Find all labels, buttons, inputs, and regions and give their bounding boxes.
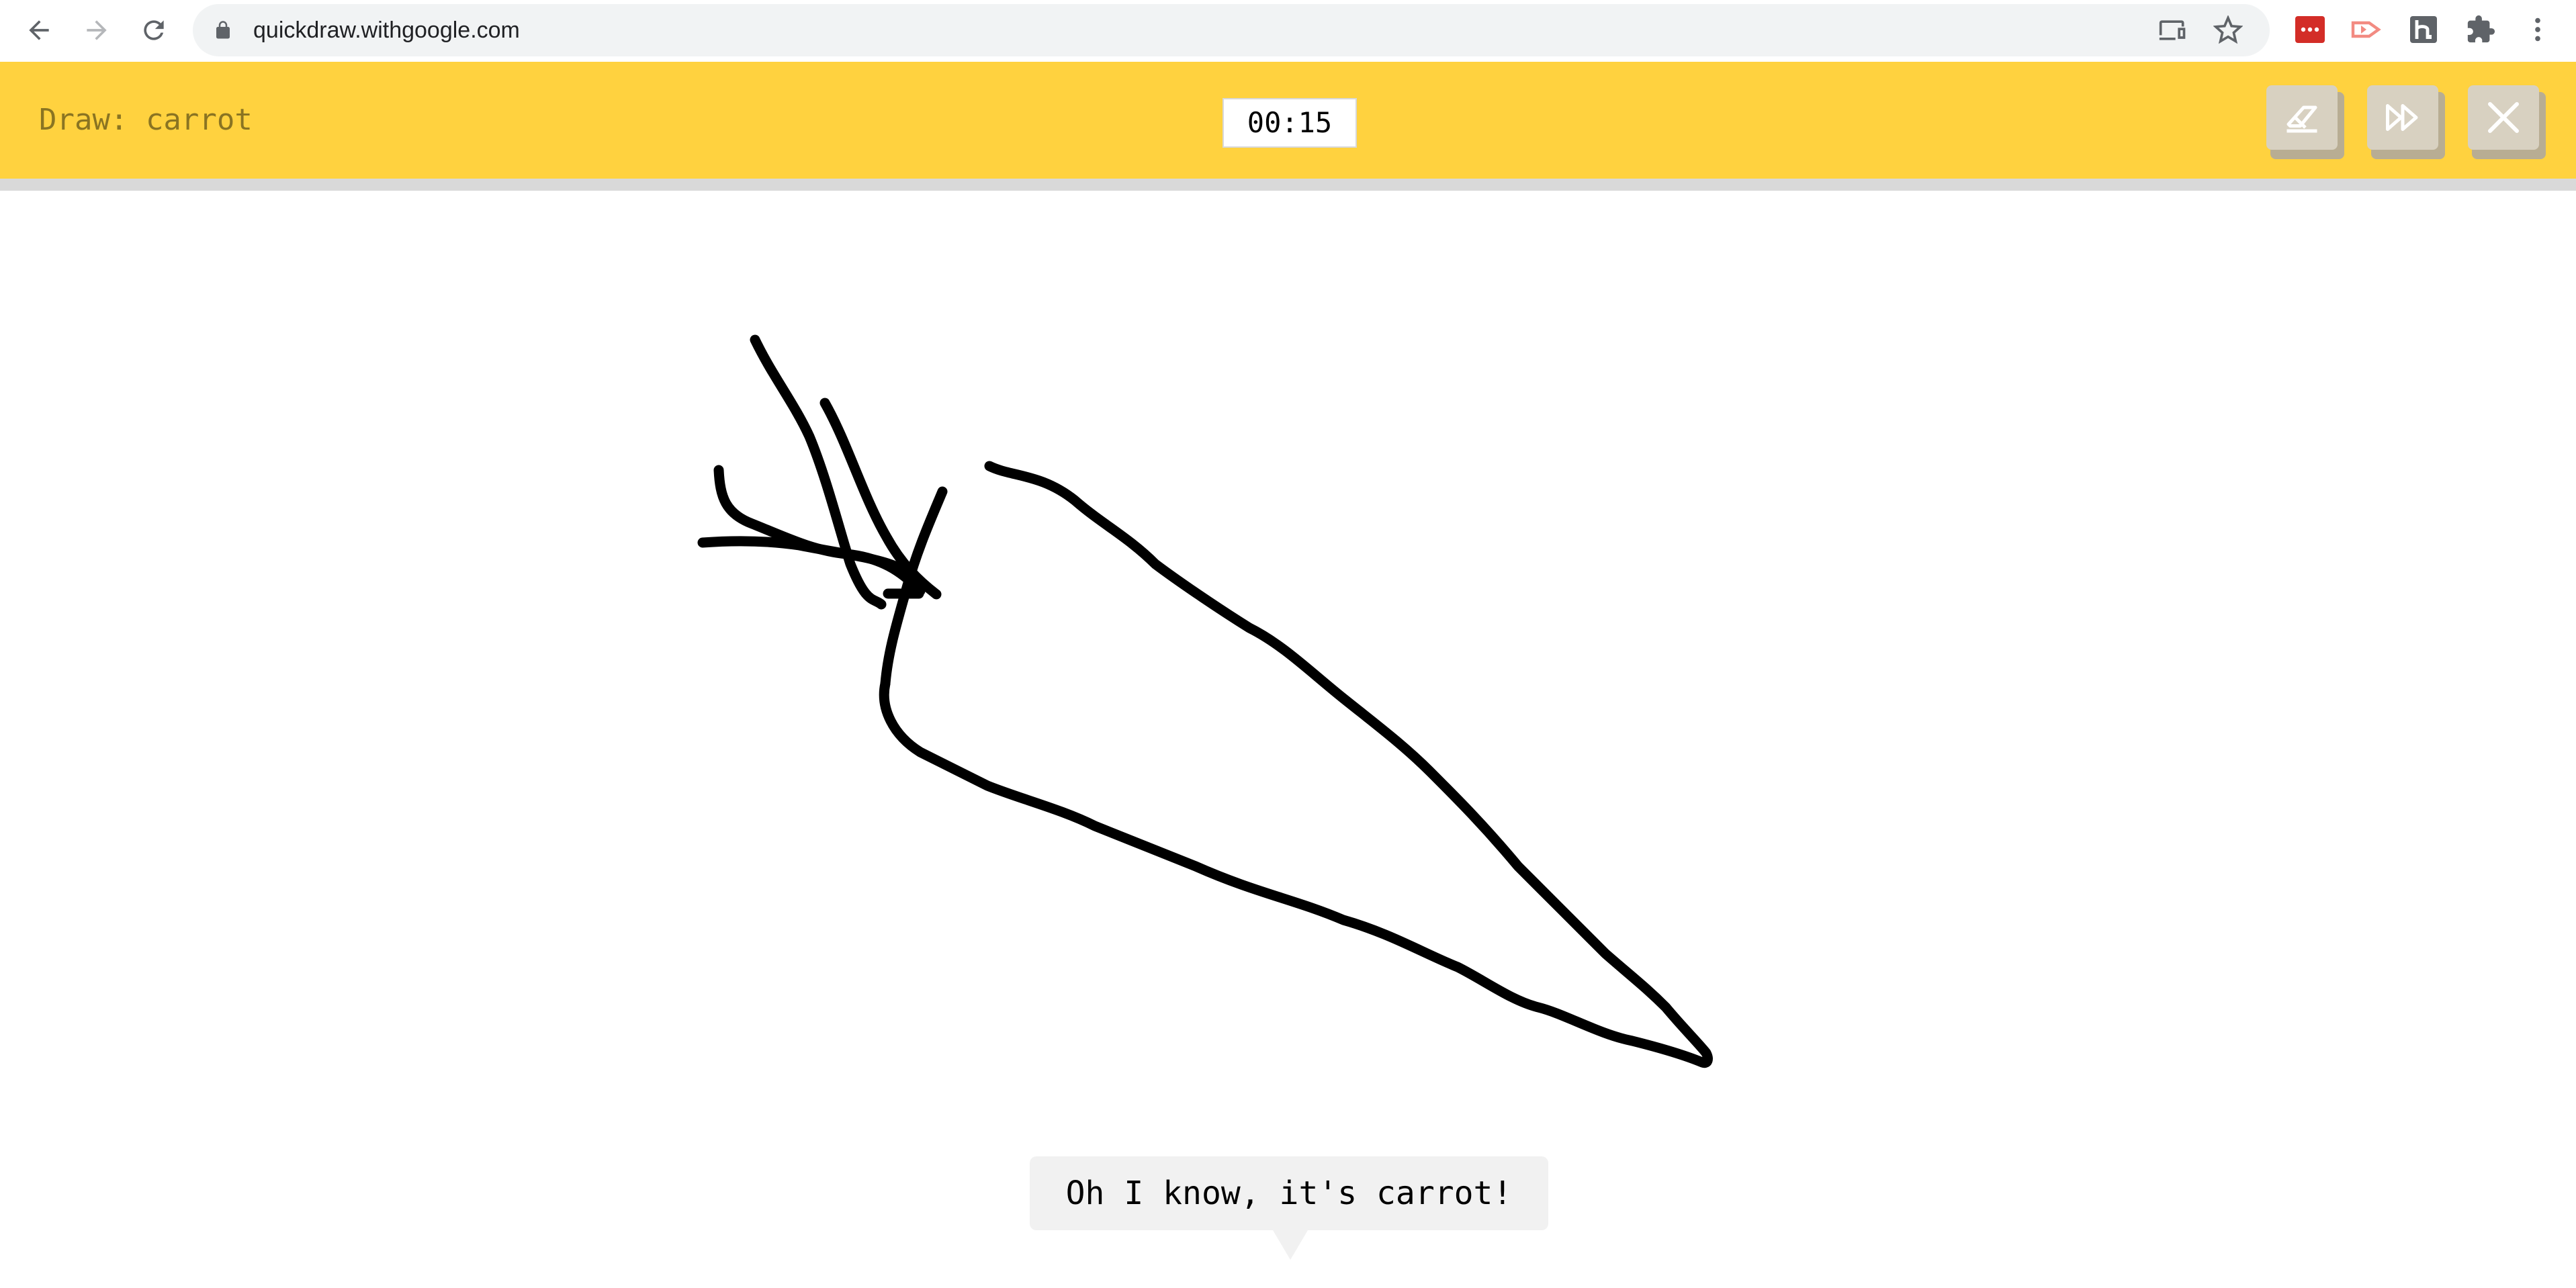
- ext-red-arrow-icon: [2351, 21, 2381, 38]
- fast-forward-icon: [2386, 104, 2418, 131]
- carrot-body-stroke: [879, 461, 1713, 1068]
- close-icon: [2488, 102, 2519, 133]
- address-bar[interactable]: quickdraw.withgoogle.com: [193, 4, 2270, 56]
- url-text[interactable]: quickdraw.withgoogle.com: [253, 4, 520, 56]
- browser-toolbar: quickdraw.withgoogle.com: [0, 0, 2576, 62]
- kebab-menu-icon: [2535, 17, 2540, 42]
- forward-button[interactable]: [76, 9, 118, 51]
- star-icon[interactable]: [2213, 15, 2243, 45]
- clear-canvas-button[interactable]: [2266, 85, 2344, 160]
- red-arrow-extension-button[interactable]: [2349, 12, 2384, 47]
- reload-button[interactable]: [133, 9, 175, 51]
- reload-icon: [144, 20, 164, 40]
- guess-speech-bubble: Oh I know, it's carrot!: [1030, 1156, 1548, 1230]
- lock-icon: [216, 21, 230, 39]
- carrot-leaf-stroke: [697, 536, 924, 599]
- drawing-canvas[interactable]: [0, 191, 2576, 1288]
- countdown-timer: 00:15: [1223, 98, 1357, 148]
- puzzle-icon: [2467, 15, 2495, 43]
- draw-prompt: Draw: carrot: [39, 103, 253, 137]
- carrot-leaf-stroke: [750, 334, 887, 610]
- close-game-button[interactable]: [2468, 85, 2546, 160]
- honey-icon: [2410, 16, 2437, 43]
- cast-icon[interactable]: [2158, 15, 2188, 45]
- header-divider: [0, 179, 2576, 191]
- browser-menu-button[interactable]: [2520, 12, 2555, 47]
- eraser-icon: [2286, 105, 2317, 133]
- back-button[interactable]: [18, 9, 60, 51]
- lastpass-extension-button[interactable]: [2293, 12, 2327, 47]
- button-face: [2468, 85, 2539, 150]
- honey-extension-button[interactable]: [2406, 12, 2441, 47]
- speech-bubble-tail: [1273, 1230, 1308, 1260]
- carrot-drawing: [697, 334, 1713, 1068]
- carrot-leaf-stroke: [713, 465, 926, 596]
- extensions-button[interactable]: [2463, 12, 2498, 47]
- button-face: [2266, 85, 2338, 150]
- arrow-left-icon: [29, 20, 49, 40]
- lastpass-icon: [2295, 16, 2325, 43]
- arrow-right-icon: [87, 20, 107, 40]
- button-face: [2367, 85, 2438, 150]
- skip-button[interactable]: [2367, 85, 2445, 160]
